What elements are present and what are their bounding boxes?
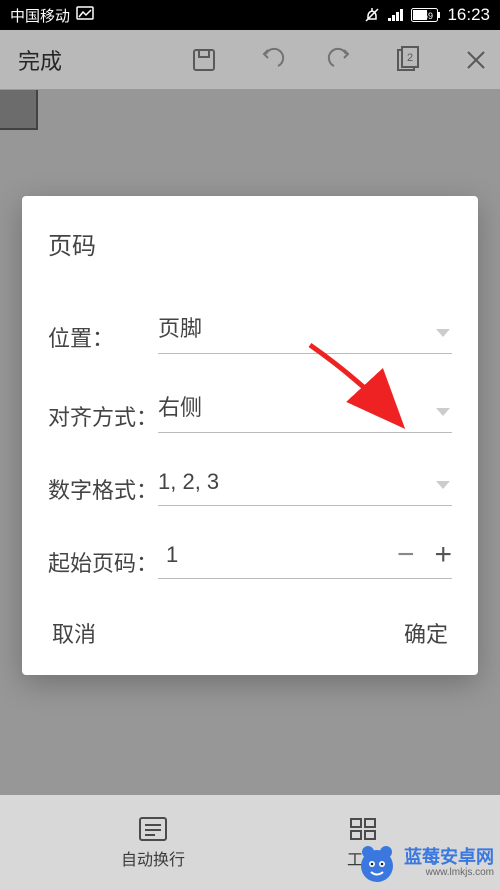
app-toolbar: 完成 2 xyxy=(0,30,500,90)
stepper-minus-button[interactable]: − xyxy=(397,540,415,570)
page-badge-text: 2 xyxy=(407,52,413,64)
watermark-mascot-icon xyxy=(356,842,398,884)
status-bar: 中国移动 59 16:23 xyxy=(0,0,500,30)
nav-auto-wrap[interactable]: 自动换行 xyxy=(121,816,185,870)
label-align: 对齐方式： xyxy=(48,404,158,433)
chevron-down-icon xyxy=(436,329,450,339)
silent-icon xyxy=(363,6,381,24)
close-icon[interactable] xyxy=(462,46,490,74)
stepper-plus-button[interactable]: + xyxy=(434,540,452,570)
start-stepper: − + xyxy=(397,540,452,570)
status-right: 59 16:23 xyxy=(363,5,490,25)
cancel-button[interactable]: 取消 xyxy=(52,617,96,649)
done-button[interactable]: 完成 xyxy=(10,44,70,76)
watermark-brand: 蓝莓安卓网 xyxy=(404,848,494,868)
value-format: 1, 2, 3 xyxy=(158,469,219,494)
label-start: 起始页码： xyxy=(48,550,158,579)
clock-label: 16:23 xyxy=(447,5,490,25)
dialog-actions: 取消 确定 xyxy=(48,617,452,649)
field-align[interactable]: 右侧 xyxy=(158,384,452,433)
row-start: 起始页码： 1 − + xyxy=(48,536,452,579)
signal-icon xyxy=(387,8,405,22)
row-position: 位置： 页脚 xyxy=(48,305,452,354)
carrier-label: 中国移动 xyxy=(10,5,70,26)
save-icon[interactable] xyxy=(190,46,218,74)
field-start: 1 − + xyxy=(158,536,452,579)
label-position: 位置： xyxy=(48,325,158,354)
watermark-url: www.lmkjs.com xyxy=(426,867,494,878)
battery-text: 59 xyxy=(423,11,433,21)
confirm-button[interactable]: 确定 xyxy=(404,617,448,649)
watermark: 蓝莓安卓网 www.lmkjs.com xyxy=(356,842,494,884)
label-format: 数字格式： xyxy=(48,477,158,506)
chevron-down-icon xyxy=(436,408,450,418)
row-format: 数字格式： 1, 2, 3 xyxy=(48,463,452,506)
undo-icon[interactable] xyxy=(258,46,286,74)
chevron-down-icon xyxy=(436,481,450,491)
field-format[interactable]: 1, 2, 3 xyxy=(158,463,452,506)
redo-icon[interactable] xyxy=(326,46,354,74)
battery-icon: 59 xyxy=(411,8,441,22)
value-start[interactable]: 1 xyxy=(158,542,178,567)
page-number-dialog: 页码 位置： 页脚 对齐方式： 右侧 数字格式： 1, 2, 3 起始页码： xyxy=(22,196,478,675)
field-position[interactable]: 页脚 xyxy=(158,305,452,354)
screenshot-icon xyxy=(76,6,94,24)
nav-auto-wrap-label: 自动换行 xyxy=(121,846,185,870)
dialog-title: 页码 xyxy=(48,226,452,261)
status-left: 中国移动 xyxy=(10,5,94,26)
row-align: 对齐方式： 右侧 xyxy=(48,384,452,433)
value-position: 页脚 xyxy=(158,316,202,341)
value-align: 右侧 xyxy=(158,395,202,420)
pages-icon[interactable]: 2 xyxy=(394,46,422,74)
